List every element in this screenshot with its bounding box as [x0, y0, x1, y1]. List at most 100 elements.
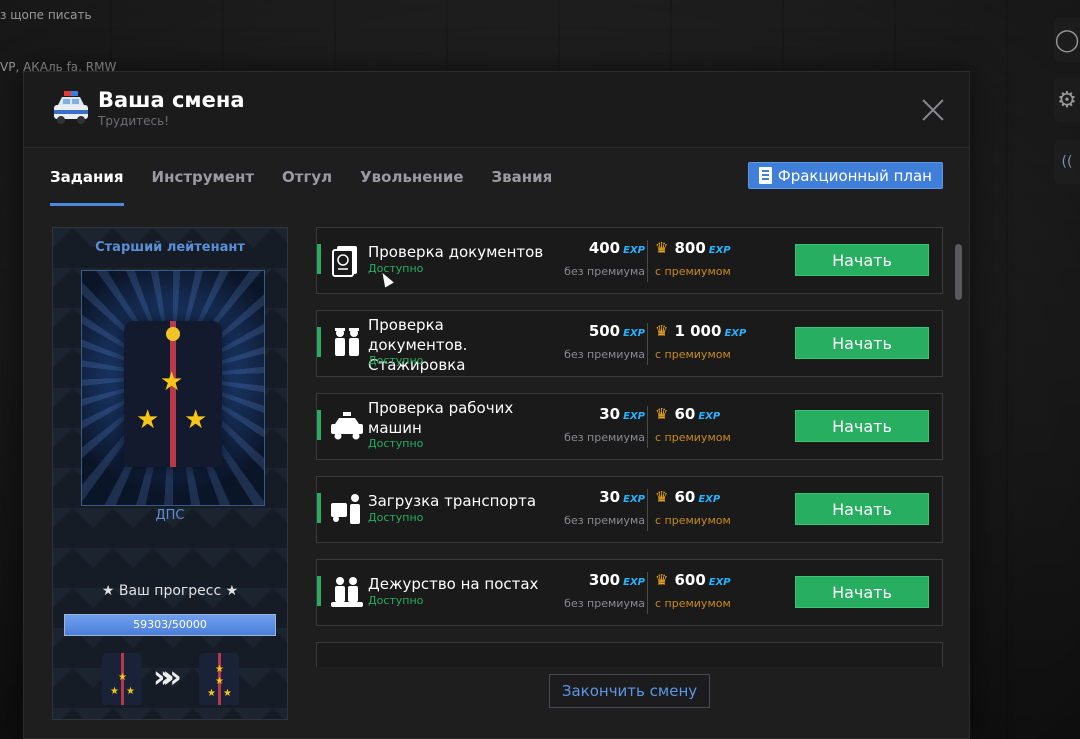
hud-button[interactable]: ◯: [1054, 18, 1080, 62]
exp-tag: EXP: [724, 328, 747, 339]
divider: [647, 406, 648, 448]
star-icon: ★: [160, 367, 184, 397]
exp-value: 30: [599, 488, 621, 506]
status-accent: [317, 327, 321, 357]
rank-title: Старший лейтенант: [95, 240, 245, 255]
task-row: Дежурство на постах Доступно 300 EXP без …: [316, 559, 943, 626]
exp-base-label: без премиума: [564, 597, 645, 610]
chat-line: з щопе писать: [0, 8, 92, 22]
exp-tag: EXP: [708, 577, 731, 588]
officers-icon: [329, 325, 365, 361]
exp-tag: EXP: [623, 577, 645, 588]
exp-tag: EXP: [698, 411, 721, 422]
tab-ranks[interactable]: Звания: [492, 168, 553, 206]
start-button[interactable]: Начать: [795, 493, 929, 525]
task-status: Доступно: [368, 262, 424, 275]
exp-base: 30 EXP без премиума: [564, 487, 645, 527]
progress-label: ★ Ваш прогресс ★: [101, 583, 239, 599]
next-rank-icon: ★ ★ ★ ★: [199, 653, 239, 705]
rank-organization: ДПС: [155, 508, 185, 523]
star-icon: ★: [184, 405, 208, 435]
exp-premium: ♛ 800 EXP с премиумом: [655, 238, 775, 278]
exp-premium-label: с премиумом: [655, 265, 731, 278]
exp-base-label: без премиума: [564, 514, 645, 527]
scrollbar[interactable]: [955, 244, 962, 300]
status-accent: [317, 410, 321, 440]
exp-premium-label: с премиумом: [655, 431, 731, 444]
crown-icon: ♛: [655, 322, 669, 340]
task-status: Доступно: [368, 354, 424, 367]
modal-header: Ваша смена Трудитесь!: [24, 72, 969, 148]
exp-premium-value: 60: [674, 405, 696, 423]
start-button[interactable]: Начать: [795, 410, 929, 442]
exp-base: 30 EXP без премиума: [564, 404, 645, 444]
exp-tag: EXP: [623, 245, 645, 256]
exp-base-label: без премиума: [564, 348, 645, 361]
exp-premium: ♛ 1 000 EXP с премиумом: [655, 321, 775, 361]
divider: [647, 240, 648, 282]
exp-tag: EXP: [623, 494, 645, 505]
start-button[interactable]: Начать: [795, 244, 929, 276]
exp-premium-label: с премиумом: [655, 597, 731, 610]
progress-text: 59303/50000: [133, 618, 207, 631]
officer-car-icon: [329, 491, 365, 527]
status-accent: [317, 576, 321, 606]
rank-insignia: ★ ★ ★: [81, 270, 265, 506]
faction-plan-label: Фракционный план: [777, 166, 932, 185]
epaulet-icon: ★ ★ ★: [124, 321, 222, 467]
exp-tag: EXP: [708, 245, 731, 256]
task-row: Проверка документов. Стажировка Доступно…: [316, 310, 943, 377]
exp-premium: ♛ 600 EXP с премиумом: [655, 570, 775, 610]
task-name: Проверка рабочих машин: [368, 399, 514, 437]
task-status: Доступно: [368, 437, 424, 450]
finish-shift-button[interactable]: Закончить смену: [549, 674, 710, 708]
settings-icon[interactable]: ⚙: [1054, 78, 1080, 122]
close-icon[interactable]: [921, 98, 945, 122]
start-button[interactable]: Начать: [795, 327, 929, 359]
task-status: Доступно: [368, 511, 424, 524]
passport-icon: [329, 242, 365, 278]
exp-base: 400 EXP без премиума: [564, 238, 645, 278]
exp-value: 300: [588, 571, 621, 589]
tab-tool[interactable]: Инструмент: [152, 168, 255, 206]
exp-premium-value: 600: [674, 571, 706, 589]
task-row: Загрузка транспорта Доступно 30 EXP без п…: [316, 476, 943, 543]
signal-icon[interactable]: ((: [1054, 140, 1080, 184]
crown-icon: ♛: [655, 239, 669, 257]
modal-subtitle: Трудитесь!: [98, 114, 169, 128]
star-icon: ★: [136, 405, 160, 435]
task-status: Доступно: [368, 594, 424, 607]
exp-base-label: без премиума: [564, 431, 645, 444]
exp-premium: ♛ 60 EXP с премиумом: [655, 404, 775, 444]
police-car-icon: [329, 408, 365, 444]
faction-plan-button[interactable]: Фракционный план: [747, 162, 943, 189]
crown-icon: ♛: [655, 488, 669, 506]
exp-premium-value: 60: [674, 488, 696, 506]
crown-icon: ♛: [655, 571, 669, 589]
task-list: Проверка документов Доступно 400 EXP без …: [316, 227, 944, 667]
divider: [647, 572, 648, 614]
tab-leave[interactable]: Отгул: [282, 168, 332, 206]
start-button[interactable]: Начать: [795, 576, 929, 608]
exp-premium-label: с премиумом: [655, 514, 731, 527]
exp-value: 500: [588, 322, 621, 340]
tab-tasks[interactable]: Задания: [50, 168, 124, 206]
exp-premium: ♛ 60 EXP с премиумом: [655, 487, 775, 527]
task-row: Проверка рабочих машин Доступно 30 EXP бе…: [316, 393, 943, 460]
exp-tag: EXP: [698, 494, 721, 505]
divider: [647, 489, 648, 531]
background-chat: з щопе писать VP, АКАль fa, RMW: [0, 6, 116, 76]
exp-base: 300 EXP без премиума: [564, 570, 645, 610]
exp-base: 500 EXP без премиума: [564, 321, 645, 361]
tab-bar: Задания Инструмент Отгул Увольнение Зван…: [50, 168, 580, 206]
status-accent: [317, 244, 321, 274]
rank-card: Старший лейтенант ★ ★ ★ ДПС ★ Ваш прогре…: [52, 227, 288, 720]
exp-premium-value: 1 000: [674, 322, 722, 340]
tab-dismissal[interactable]: Увольнение: [360, 168, 463, 206]
exp-base-label: без премиума: [564, 265, 645, 278]
status-accent: [317, 493, 321, 523]
police-car-icon: [54, 91, 88, 124]
exp-value: 400: [588, 239, 621, 257]
current-rank-icon: ★ ★ ★: [102, 653, 142, 705]
exp-tag: EXP: [623, 411, 645, 422]
